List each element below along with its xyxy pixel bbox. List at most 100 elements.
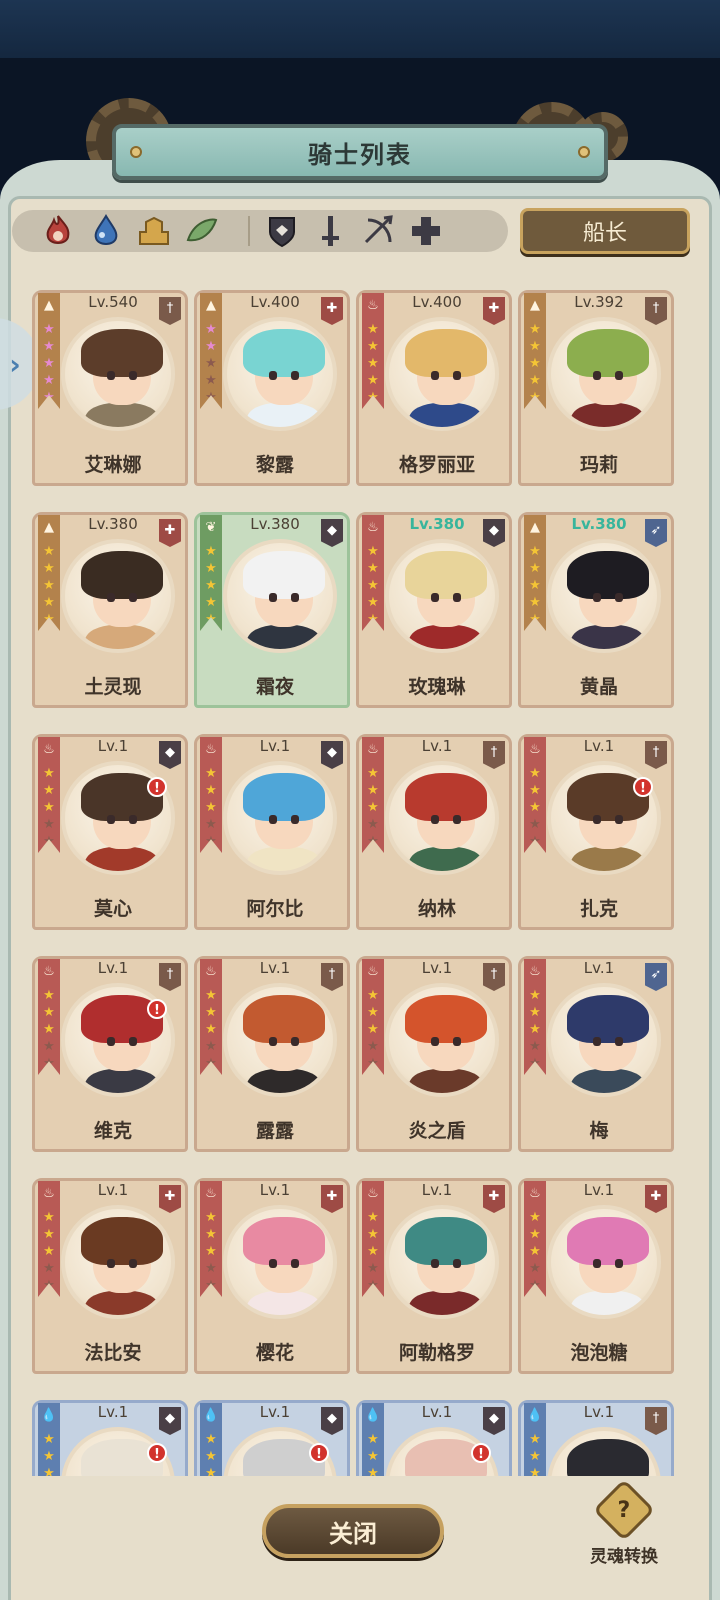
knight-card[interactable]: Lv.1 ♨ ★ ★ ★ ★ ★ † 露露 [194,956,350,1152]
portrait-eye [593,371,601,380]
star-rating: ★ ★ ★ ★ ★ [528,1211,542,1296]
star-rating: ★ ★ ★ ★ ★ [42,545,56,630]
knight-card[interactable]: Lv.1 ♨ ★ ★ ★ ★ ★ †! 维克 [32,956,188,1152]
knight-card[interactable]: Lv.392 ▲ ★ ★ ★ ★ ★ † 玛莉 [518,290,674,486]
knight-card[interactable]: Lv.400 ♨ ★ ★ ★ ★ ★ ✚ 格罗丽亚 [356,290,512,486]
knight-level: Lv.380 [88,515,138,533]
portrait-eye [615,815,623,824]
chevron-right-icon: › [9,347,21,381]
star-filled-icon: ★ [529,322,541,337]
portrait-hair [405,1217,487,1265]
portrait-eye [453,371,461,380]
close-button[interactable]: 关闭 [262,1504,444,1558]
star-filled-icon: ★ [529,1432,541,1447]
earth-filter-icon[interactable] [136,214,172,248]
knight-portrait [547,1205,661,1319]
soul-convert-button[interactable]: ? 灵魂转换 [574,1478,674,1584]
star-filled-icon: ★ [205,561,217,576]
portrait-body [85,1069,159,1093]
knight-level: Lv.1 [583,959,615,977]
portrait-eye [129,371,137,380]
water-filter-icon[interactable] [88,214,124,248]
star-empty-icon: ★ [367,1039,379,1054]
star-empty-icon: ★ [529,1261,541,1276]
portrait-body [85,847,159,871]
shield-filter-icon[interactable] [264,214,300,248]
knight-name: 莫心 [93,898,132,920]
star-filled-icon: ★ [367,322,379,337]
knight-level: Lv.1 [421,737,453,755]
knight-card[interactable]: Lv.540 ▲ ★ ★ ★ ★ ★ † 艾琳娜 [32,290,188,486]
knight-portrait [223,983,337,1097]
star-rating: ★ ★ ★ ★ ★ [42,1211,56,1296]
star-filled-icon: ★ [43,390,55,405]
portrait-eye [291,371,299,380]
knight-card[interactable]: Lv.1 ♨ ★ ★ ★ ★ ★ ✚ 法比安 [32,1178,188,1374]
portrait-eye [431,1037,439,1046]
star-empty-icon: ★ [367,1261,379,1276]
star-filled-icon: ★ [367,390,379,405]
sword-filter-icon[interactable] [312,214,348,248]
fire-filter-icon[interactable] [40,214,76,248]
star-filled-icon: ★ [529,1022,541,1037]
star-filled-icon: ★ [529,1466,541,1477]
wind-filter-icon[interactable] [184,214,220,248]
alert-badge-icon: ! [147,1443,167,1463]
knight-card[interactable]: Lv.1 ♨ ★ ★ ★ ★ ★ ✚ 樱花 [194,1178,350,1374]
knight-card[interactable]: Lv.1 ♨ ★ ★ ★ ★ ★ † 纳林 [356,734,512,930]
knight-card[interactable]: Lv.380 ❦ ★ ★ ★ ★ ★ ◆ 霜夜 [194,512,350,708]
star-filled-icon: ★ [43,783,55,798]
knight-card[interactable]: Lv.1 ♨ ★ ★ ★ ★ ★ ✚ 阿勒格罗 [356,1178,512,1374]
knight-name: 土灵现 [84,676,142,698]
portrait-eye [291,593,299,602]
star-filled-icon: ★ [529,988,541,1003]
knight-card[interactable]: Lv.1 ♨ ★ ★ ★ ★ ★ ✚ 泡泡糖 [518,1178,674,1374]
knight-portrait [385,317,499,431]
portrait-body [247,403,321,427]
knight-card[interactable]: Lv.1💧★★★★★◆! [32,1400,188,1476]
filter-divider [248,216,250,246]
portrait-body [85,1291,159,1315]
portrait-eye [453,1037,461,1046]
portrait-body [409,1069,483,1093]
bow-filter-icon[interactable] [360,214,396,248]
star-filled-icon: ★ [43,322,55,337]
portrait-body [571,1069,645,1093]
portrait-hair [243,773,325,821]
knight-card[interactable]: Lv.1 ♨ ★ ★ ★ ★ ★ † 炎之盾 [356,956,512,1152]
knight-card[interactable]: Lv.400 ▲ ★ ★ ★ ★ ★ ✚ 黎露 [194,290,350,486]
portrait-eye [269,371,277,380]
star-empty-icon: ★ [205,834,217,849]
knight-card[interactable]: Lv.1💧★★★★★◆! [356,1400,512,1476]
star-filled-icon: ★ [529,1005,541,1020]
knight-card[interactable]: Lv.1💧★★★★★† [518,1400,674,1476]
knight-card[interactable]: Lv.380 ▲ ★ ★ ★ ★ ★ ➶ 黄晶 [518,512,674,708]
knight-card[interactable]: Lv.1 ♨ ★ ★ ★ ★ ★ †! 扎克 [518,734,674,930]
portrait-hair [567,1439,649,1476]
star-filled-icon: ★ [205,595,217,610]
knight-card[interactable]: Lv.380 ♨ ★ ★ ★ ★ ★ ◆ 玫瑰琳 [356,512,512,708]
portrait-body [409,403,483,427]
captain-button[interactable]: 船长 [520,208,690,254]
portrait-eye [291,1037,299,1046]
knight-card[interactable]: Lv.1 ♨ ★ ★ ★ ★ ★ ◆ 阿尔比 [194,734,350,930]
star-empty-icon: ★ [205,1278,217,1293]
soul-convert-icon: ? [592,1478,656,1542]
portrait-body [409,625,483,649]
knight-card[interactable]: Lv.1 ♨ ★ ★ ★ ★ ★ ➶ 梅 [518,956,674,1152]
knight-card[interactable]: Lv.1💧★★★★★◆! [194,1400,350,1476]
knight-card[interactable]: Lv.380 ▲ ★ ★ ★ ★ ★ ✚ 土灵现 [32,512,188,708]
star-empty-icon: ★ [205,1056,217,1071]
star-filled-icon: ★ [43,800,55,815]
star-filled-icon: ★ [367,595,379,610]
knight-card[interactable]: Lv.1 ♨ ★ ★ ★ ★ ★ ◆! 莫心 [32,734,188,930]
heal-filter-icon[interactable] [408,214,444,248]
knight-portrait [223,317,337,431]
star-filled-icon: ★ [43,766,55,781]
star-empty-icon: ★ [367,817,379,832]
knight-name: 霜夜 [255,676,294,698]
portrait-eye [453,593,461,602]
knight-level: Lv.1 [259,959,291,977]
knight-name: 樱花 [255,1342,294,1364]
star-empty-icon: ★ [529,817,541,832]
